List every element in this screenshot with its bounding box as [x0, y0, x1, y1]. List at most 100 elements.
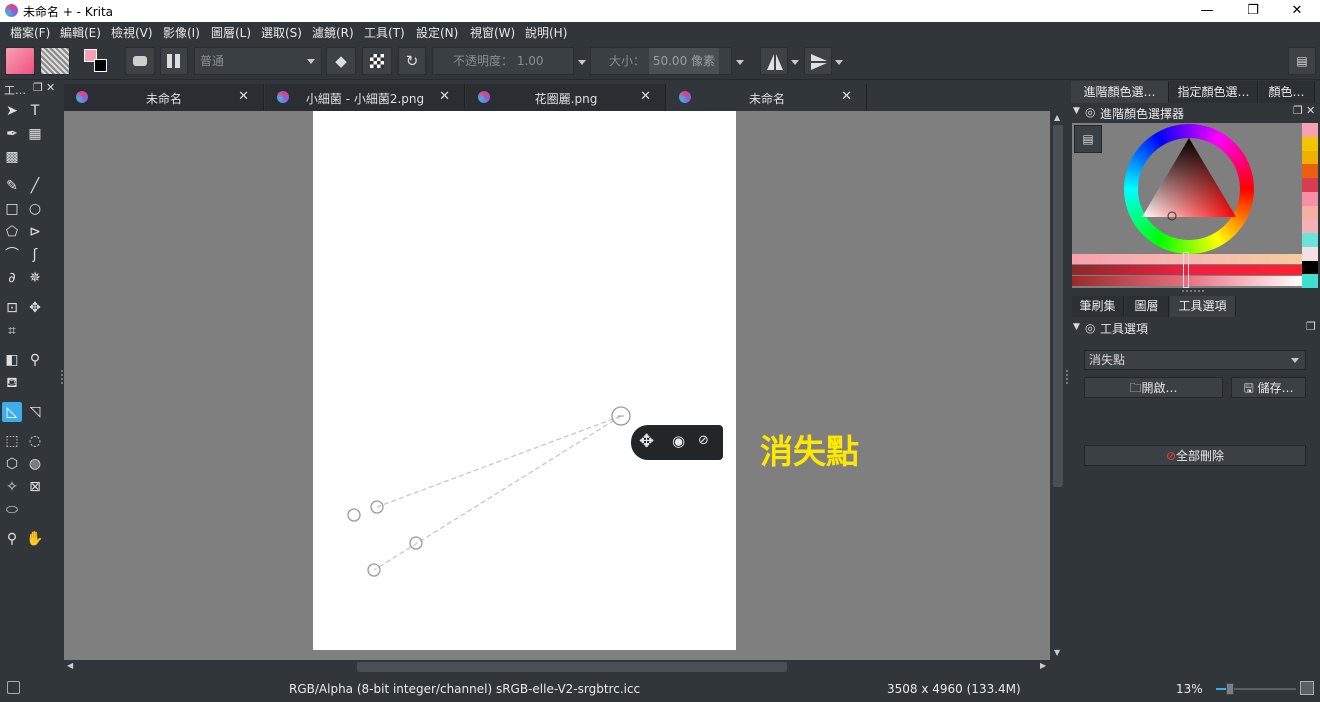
palette-swatch[interactable] — [1302, 260, 1318, 275]
zoom-slider[interactable] — [1216, 683, 1296, 695]
background-color-swatch[interactable] — [94, 59, 107, 72]
select-shapes-tool-icon[interactable]: ➤ — [2, 101, 22, 121]
assistant-handle[interactable] — [347, 508, 361, 522]
tab-advanced-color-selector[interactable]: 進階顏色選… — [1071, 81, 1169, 103]
dynamic-brush-tool-icon[interactable]: ∂ — [2, 268, 22, 288]
delete-all-assistants-button[interactable]: ⊘全部刪除 — [1084, 445, 1306, 466]
scroll-left-icon[interactable]: ◀ — [67, 661, 73, 670]
menu-select[interactable]: 選取(S) — [261, 24, 302, 41]
ellipse-tool-icon[interactable]: ○ — [25, 199, 45, 219]
palette-swatch[interactable] — [1302, 150, 1318, 165]
menu-image[interactable]: 影像(I) — [163, 24, 200, 41]
collapse-arrow-icon[interactable]: ▼ — [1073, 106, 1080, 116]
assistant-handle[interactable] — [409, 536, 423, 550]
assistant-tool-icon[interactable]: ◺ — [2, 402, 22, 422]
blend-mode-select[interactable]: 普通 — [194, 47, 322, 75]
tab-flower[interactable]: 花圈麗.png ✕ — [466, 84, 666, 111]
tab-close-icon[interactable]: ✕ — [439, 89, 450, 104]
scroll-down-icon[interactable]: ▼ — [1054, 648, 1060, 657]
freehand-path-tool-icon[interactable]: ʃ — [25, 245, 45, 265]
menu-file[interactable]: 檔案(F) — [10, 24, 50, 41]
tab-specific-color-selector[interactable]: 指定顏色選… — [1170, 81, 1258, 103]
mirror-horizontal-button[interactable] — [760, 47, 788, 75]
menu-settings[interactable]: 設定(N) — [416, 24, 458, 41]
palette-swatch[interactable] — [1302, 191, 1318, 206]
text-tool-icon[interactable]: T — [25, 101, 45, 121]
restore-button[interactable]: ❐ — [1230, 0, 1276, 22]
menu-window[interactable]: 視窗(W) — [470, 24, 515, 41]
tab-layers[interactable]: 圖層 — [1125, 296, 1169, 317]
selection-mode-icon[interactable] — [7, 681, 20, 694]
calligraphy-tool-icon[interactable]: ▦ — [25, 124, 45, 144]
tab-color[interactable]: 顏色… — [1259, 81, 1315, 103]
close-button[interactable]: ✕ — [1274, 0, 1320, 22]
pattern-edit-tool-icon[interactable]: ▩ — [2, 147, 22, 167]
freehand-brush-tool-icon[interactable]: ✎ — [2, 176, 22, 196]
size-slider[interactable]: 大小： 50.00 像素 — [590, 47, 732, 75]
move-assistant-icon[interactable]: ✥ — [639, 431, 654, 452]
similar-color-selection-tool-icon[interactable]: ⊠ — [25, 477, 45, 497]
gradient-preset-button[interactable] — [5, 47, 35, 75]
selector-settings-button[interactable]: ▤ — [1074, 125, 1102, 153]
delete-assistant-icon[interactable]: ⊘ — [698, 433, 709, 448]
palette-swatch[interactable] — [1302, 219, 1318, 233]
bezier-selection-tool-icon[interactable]: ⬭ — [2, 500, 22, 520]
collapse-arrow-icon[interactable]: ▼ — [1073, 322, 1080, 332]
size-chevron-icon[interactable] — [736, 60, 744, 65]
polyline-tool-icon[interactable]: ⊳ — [25, 222, 45, 242]
polygon-tool-icon[interactable]: ⬠ — [2, 222, 22, 242]
palette-swatch[interactable] — [1302, 274, 1318, 288]
toolbox-float-icon[interactable]: ❐ — [33, 81, 43, 94]
mirror-h-chevron-icon[interactable] — [791, 60, 799, 65]
tab-untitled-active[interactable]: 未命名 ✕ — [667, 84, 867, 111]
open-assistant-button[interactable]: 🗀開啟… — [1084, 377, 1223, 398]
fill-tool-icon[interactable]: ⛾ — [2, 373, 22, 393]
menu-help[interactable]: 說明(H) — [525, 24, 567, 41]
move-tool-icon[interactable]: ✥ — [25, 298, 45, 318]
crop-tool-icon[interactable]: ⌗ — [2, 321, 22, 341]
tab-close-icon[interactable]: ✕ — [841, 89, 852, 104]
pattern-preset-button[interactable] — [40, 47, 70, 75]
toolbox-resize-handle[interactable] — [61, 370, 63, 384]
foreground-background-color[interactable] — [80, 47, 112, 75]
contiguous-selection-tool-icon[interactable]: ✧ — [2, 477, 22, 497]
rectangle-tool-icon[interactable]: □ — [2, 199, 22, 219]
palette-swatch[interactable] — [1302, 178, 1318, 192]
workspace-chooser-button[interactable]: ▤ — [1288, 47, 1316, 75]
tab-bacteria[interactable]: 小細菌 - 小細菌2.png ✕ — [265, 84, 465, 111]
slider-handle[interactable] — [1183, 252, 1189, 288]
mirror-vertical-button[interactable] — [804, 47, 832, 75]
menu-layer[interactable]: 圖層(L) — [211, 24, 251, 41]
close-panel-icon[interactable]: ✕ — [1306, 104, 1315, 117]
palette-swatch[interactable] — [1302, 164, 1318, 178]
mirror-v-chevron-icon[interactable] — [835, 60, 843, 65]
palette-swatch[interactable] — [1302, 123, 1318, 137]
tab-tool-options[interactable]: 工具選項 — [1170, 296, 1236, 317]
opacity-slider[interactable]: 不透明度： 1.00 — [432, 47, 574, 75]
multibrush-tool-icon[interactable]: ✵ — [25, 268, 45, 288]
measure-tool-icon[interactable]: ◹ — [25, 402, 45, 422]
brush-settings-button[interactable] — [160, 47, 188, 75]
bezier-tool-icon[interactable]: ⌒ — [2, 245, 22, 265]
saturation-value-triangle[interactable] — [1124, 124, 1254, 254]
freehand-selection-tool-icon[interactable]: ◍ — [25, 454, 45, 474]
horizontal-scroll-thumb[interactable] — [357, 662, 787, 672]
tab-brush-presets[interactable]: 筆刷集 — [1072, 296, 1124, 317]
panel-splitter-handle[interactable] — [1182, 290, 1204, 292]
color-history-palette[interactable] — [1302, 123, 1318, 288]
menu-view[interactable]: 檢視(V) — [111, 24, 153, 41]
float-panel-icon[interactable]: ❐ — [1293, 104, 1303, 117]
horizontal-scrollbar[interactable]: ◀ ▶ — [64, 660, 1050, 674]
preserve-alpha-button[interactable] — [362, 47, 392, 75]
gradient-tool-icon[interactable]: ◧ — [2, 350, 22, 370]
line-tool-icon[interactable]: ╱ — [25, 176, 45, 196]
palette-swatch[interactable] — [1302, 233, 1318, 247]
tab-close-icon[interactable]: ✕ — [238, 89, 249, 104]
zoom-tool-icon[interactable]: ⚲ — [2, 529, 22, 549]
vanishing-point-assistant[interactable] — [64, 111, 1050, 660]
menu-edit[interactable]: 編輯(E) — [60, 24, 101, 41]
opacity-chevron-icon[interactable] — [578, 60, 586, 65]
palette-swatch[interactable] — [1302, 205, 1318, 220]
canvas-only-mode-icon[interactable] — [1300, 681, 1314, 695]
color-picker-tool-icon[interactable]: ⚲ — [25, 350, 45, 370]
